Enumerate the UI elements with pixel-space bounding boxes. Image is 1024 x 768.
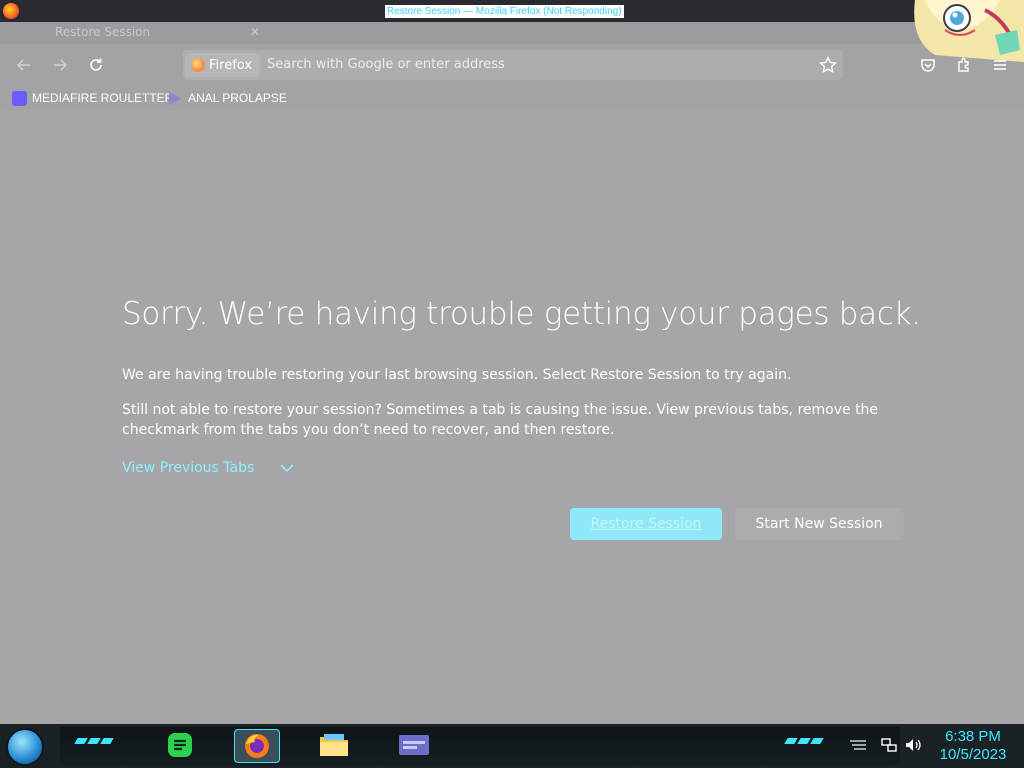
file-explorer-button[interactable] [312, 729, 356, 761]
firefox-icon [3, 3, 19, 19]
tab-title: Restore Session [55, 25, 151, 39]
firefox-icon [191, 58, 205, 72]
volume-icon[interactable] [904, 737, 922, 753]
session-restore-page: Sorry. We’re having trouble getting your… [0, 110, 1024, 724]
anime-character-decoration [914, 0, 1024, 62]
folder-icon [320, 734, 348, 756]
restore-session-button[interactable]: Restore Session [570, 508, 722, 540]
bookmark-star-icon[interactable] [819, 56, 837, 78]
window-title: Restore Session — Mozilla Firefox (Not R… [385, 5, 624, 18]
taskbar-decoration-right [784, 738, 824, 744]
reload-icon [90, 58, 102, 71]
restore-description: We are having trouble restoring your las… [122, 367, 792, 383]
window-app-button[interactable] [392, 729, 436, 761]
bookmark-label: MEDIAFIRE ROULETTER [32, 91, 174, 105]
taskbar-decoration-left [74, 738, 114, 744]
notes-icon [168, 733, 192, 757]
reload-button[interactable] [85, 54, 107, 76]
system-clock[interactable]: 6:38 PM 10/5/2023 [930, 728, 1016, 764]
identity-box[interactable]: Firefox [185, 53, 261, 77]
forward-arrow-icon [54, 59, 68, 71]
forward-button[interactable] [49, 54, 71, 76]
bookmark-mediafire-rouletter[interactable]: MEDIAFIRE ROULETTER [12, 90, 173, 106]
mediafire-icon [12, 90, 27, 106]
navigation-toolbar: Firefox [0, 44, 1024, 86]
bookmark-anal-prolapse[interactable]: ANAL PROLAPSE [168, 90, 287, 106]
address-bar[interactable]: Firefox [183, 50, 843, 80]
view-previous-tabs-toggle[interactable]: View Previous Tabs [122, 460, 294, 476]
window-title-bar: Restore Session — Mozilla Firefox (Not R… [0, 0, 1024, 22]
identity-label: Firefox [209, 57, 253, 73]
view-previous-tabs-label: View Previous Tabs [122, 460, 255, 476]
back-button[interactable] [13, 54, 35, 76]
clock-date: 10/5/2023 [939, 746, 1007, 763]
clock-time: 6:38 PM [945, 728, 1001, 745]
back-arrow-icon [16, 59, 30, 71]
tab-strip: Restore Session ✕ [0, 22, 1024, 44]
app-window-icon [399, 735, 429, 755]
show-hidden-icons-icon[interactable] [848, 737, 868, 753]
url-input[interactable] [267, 50, 807, 80]
start-button[interactable] [8, 730, 42, 764]
notes-app-button[interactable] [158, 729, 202, 761]
bookmark-triangle-icon [169, 91, 182, 105]
chevron-down-icon [280, 464, 294, 473]
firefox-icon [245, 734, 269, 758]
firefox-taskbar-button[interactable] [234, 729, 280, 763]
start-new-session-button[interactable]: Start New Session [735, 508, 903, 540]
page-title: Sorry. We’re having trouble getting your… [122, 296, 921, 332]
bookmarks-toolbar: MEDIAFIRE ROULETTER ANAL PROLAPSE [0, 86, 1024, 110]
restore-help-text: Still not able to restore your session? … [122, 402, 879, 438]
close-tab-icon[interactable]: ✕ [250, 22, 260, 42]
bookmark-label: ANAL PROLAPSE [188, 91, 287, 105]
tab-restore-session[interactable]: Restore Session ✕ [55, 22, 260, 42]
network-icon[interactable] [880, 737, 898, 753]
taskbar: 6:38 PM 10/5/2023 [0, 724, 1024, 768]
